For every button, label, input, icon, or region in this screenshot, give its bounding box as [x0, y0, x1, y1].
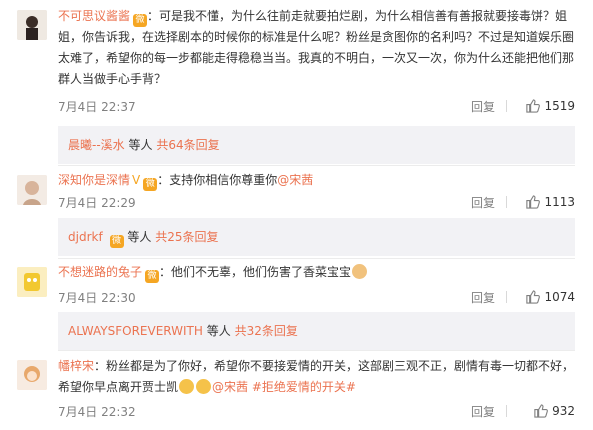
sad-face-icon: [179, 379, 195, 394]
mention-link[interactable]: @宋茜: [277, 173, 313, 187]
topic-tag-link[interactable]: #拒绝爱情的开关#: [252, 380, 356, 394]
avatar[interactable]: [17, 360, 47, 390]
mention-link[interactable]: @宋茜: [212, 380, 248, 394]
v-icon: V: [132, 173, 141, 187]
divider: [58, 165, 575, 166]
username-link[interactable]: 不想迷路的兔子: [58, 265, 142, 279]
like-button[interactable]: 1074: [525, 289, 575, 304]
sub-reply-user[interactable]: 晨曦--溪水: [68, 138, 125, 152]
divider: [506, 405, 507, 417]
comment-time: 7月4日 22:30: [58, 291, 136, 305]
divider: [58, 258, 575, 259]
sub-reply-count[interactable]: 共64条回复: [156, 138, 219, 152]
avatar[interactable]: [17, 175, 47, 205]
username-link[interactable]: 幡梓宋: [58, 359, 94, 373]
vip-badge-icon: 微: [109, 235, 124, 248]
thumbs-up-icon: [526, 195, 541, 209]
reply-button[interactable]: 回复: [471, 289, 495, 306]
sub-replies[interactable]: djdrkf 微 等人 共25条回复: [58, 218, 575, 256]
sub-reply-user[interactable]: ALWAYSFOREVERWITH: [68, 324, 203, 338]
username-link[interactable]: 不可思议酱酱: [58, 9, 130, 23]
sad-face-icon: [196, 379, 212, 394]
vip-badge-icon: 微: [133, 14, 148, 27]
sub-replies[interactable]: 晨曦--溪水 等人 共64条回复: [58, 126, 575, 164]
vip-badge-icon: 微: [143, 178, 158, 191]
like-button[interactable]: 1519: [525, 98, 575, 113]
sub-reply-count[interactable]: 共32条回复: [235, 324, 298, 338]
vip-badge-icon: 微: [145, 270, 160, 283]
thumbs-up-icon: [526, 99, 541, 113]
thumbs-up-icon: [534, 404, 548, 418]
like-button[interactable]: 932: [533, 403, 575, 418]
like-count: 1113: [544, 195, 575, 209]
reply-button[interactable]: 回复: [471, 98, 495, 115]
praying-hands-icon: [352, 264, 368, 279]
comment-time: 7月4日 22:32: [58, 405, 136, 419]
avatar[interactable]: [17, 10, 47, 40]
sub-reply-user[interactable]: djdrkf: [68, 230, 103, 244]
divider: [506, 196, 507, 208]
comment-time: 7月4日 22:29: [58, 196, 136, 210]
comment-time: 7月4日 22:37: [58, 100, 136, 114]
like-count: 932: [552, 404, 575, 418]
divider: [58, 350, 575, 351]
sub-reply-mid: 等人: [128, 138, 153, 152]
comment-text: ：支持你相信你尊重你: [157, 173, 278, 187]
sub-replies[interactable]: ALWAYSFOREVERWITH 等人 共32条回复: [58, 312, 575, 350]
sub-reply-mid: 等人: [206, 324, 231, 338]
thumbs-up-icon: [526, 290, 541, 304]
avatar[interactable]: [17, 267, 47, 297]
sub-reply-count[interactable]: 共25条回复: [155, 230, 218, 244]
sub-reply-mid: 等人: [127, 230, 152, 244]
reply-button[interactable]: 回复: [471, 403, 495, 420]
comment-text: ：他们不无辜，他们伤害了香菜宝宝: [159, 265, 352, 279]
reply-button[interactable]: 回复: [471, 194, 495, 211]
like-button[interactable]: 1113: [525, 194, 575, 209]
like-count: 1519: [544, 99, 575, 113]
like-count: 1074: [544, 290, 575, 304]
username-link[interactable]: 深知你是深情: [58, 173, 130, 187]
divider: [506, 100, 507, 112]
divider: [506, 291, 507, 303]
